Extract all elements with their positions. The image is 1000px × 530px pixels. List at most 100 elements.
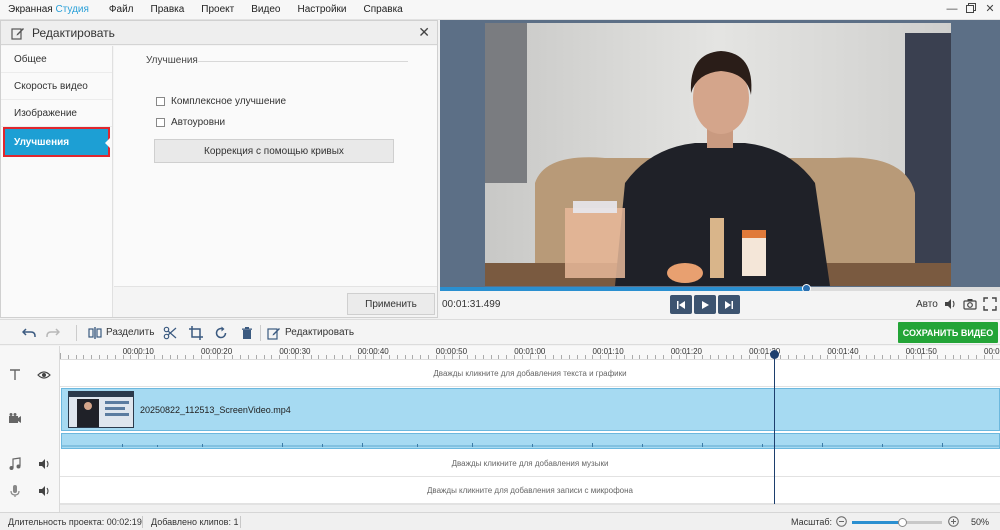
- nav-item-enhancements[interactable]: Улучшения: [3, 127, 110, 157]
- ruler-tick: [357, 355, 359, 359]
- snapshot-camera-icon[interactable]: [963, 297, 977, 311]
- auto-levels-checkbox[interactable]: [156, 118, 165, 127]
- ruler-tick: [435, 355, 437, 359]
- playhead-line[interactable]: [774, 352, 775, 506]
- close-panel-icon[interactable]: ✕: [418, 25, 430, 39]
- ruler-tick: [623, 355, 625, 359]
- visibility-eye-icon[interactable]: [37, 368, 51, 382]
- curves-correction-button[interactable]: Коррекция с помощью кривых: [154, 139, 394, 163]
- ruler-tick: [733, 355, 735, 359]
- ruler-tick: [913, 355, 915, 359]
- ruler-tick: [451, 353, 453, 359]
- text-track-icon: [10, 369, 20, 380]
- ruler-tick: [725, 355, 727, 359]
- zoom-in-icon[interactable]: [948, 516, 959, 527]
- ruler-tick: [803, 355, 805, 359]
- nav-item-image[interactable]: Изображение: [1, 100, 112, 127]
- ruler-tick: [474, 355, 476, 359]
- apply-button[interactable]: Применить: [347, 293, 435, 315]
- status-bar: Длительность проекта: 00:02:19 Добавлено…: [0, 512, 1000, 530]
- edit-pencil-icon[interactable]: [267, 326, 281, 340]
- ruler-tick: [349, 355, 351, 359]
- music-track[interactable]: Дважды кликните для добавления музыки: [60, 450, 1000, 477]
- ruler-tick: [709, 355, 711, 359]
- rotate-icon[interactable]: [214, 326, 228, 340]
- menu-video[interactable]: Видео: [251, 4, 280, 15]
- fullscreen-icon[interactable]: [983, 297, 997, 311]
- split-button-label[interactable]: Разделить: [106, 327, 154, 338]
- ruler-tick: [702, 355, 704, 359]
- scissors-icon[interactable]: [163, 326, 177, 340]
- crop-icon[interactable]: [189, 326, 203, 340]
- app-title-accent: Студия: [55, 4, 89, 15]
- timeline-ruler[interactable]: 00:00:10 00:00:20 00:00:30 00:00:40 00:00:50…: [60, 346, 1000, 360]
- zoom-out-icon[interactable]: [836, 516, 847, 527]
- nav-item-general[interactable]: Общее: [1, 46, 112, 73]
- ruler-tick: [983, 355, 985, 359]
- zoom-slider-knob[interactable]: [898, 518, 908, 527]
- video-frame-image: [485, 23, 951, 286]
- ruler-tick: [827, 355, 829, 359]
- ruler-tick: [287, 355, 289, 359]
- menu-help[interactable]: Справка: [364, 4, 403, 15]
- auto-levels-row[interactable]: Автоуровни: [156, 117, 225, 128]
- ruler-tick: [819, 355, 821, 359]
- undo-icon[interactable]: [22, 326, 36, 340]
- ruler-tick: [835, 355, 837, 359]
- timeline-horizontal-scrollbar[interactable]: [60, 504, 1000, 512]
- complex-enhancement-checkbox[interactable]: [156, 97, 165, 106]
- ruler-tick: [756, 355, 758, 359]
- split-icon[interactable]: [88, 326, 102, 340]
- video-clip[interactable]: 20250822_112513_ScreenVideo.mp4: [61, 388, 1000, 431]
- edit-button-label[interactable]: Редактировать: [285, 327, 354, 338]
- ruler-tick: [882, 355, 884, 359]
- microphone-track[interactable]: Дважды кликните для добавления записи с …: [60, 477, 1000, 504]
- close-window-icon[interactable]: ✕: [984, 3, 996, 15]
- ruler-tick: [91, 355, 93, 359]
- menu-project[interactable]: Проект: [201, 4, 234, 15]
- ruler-tick: [545, 355, 547, 359]
- project-duration: Длительность проекта: 00:02:19: [8, 517, 142, 527]
- minimize-icon[interactable]: —: [946, 3, 958, 15]
- edit-panel: Редактировать ✕ Общее Скорость видео Изо…: [0, 20, 438, 318]
- app-title-plain: Экранная: [8, 4, 56, 15]
- video-frame[interactable]: [485, 23, 951, 286]
- ruler-tick: [208, 355, 210, 359]
- ruler-tick: [576, 355, 578, 359]
- mic-volume-icon[interactable]: [37, 484, 51, 498]
- previous-frame-button[interactable]: [670, 295, 692, 314]
- panel-footer-divider: [114, 286, 437, 287]
- quality-auto-label[interactable]: Авто: [916, 299, 938, 310]
- music-volume-icon[interactable]: [37, 457, 51, 471]
- menu-edit[interactable]: Правка: [151, 4, 185, 15]
- menu-file[interactable]: Файл: [109, 4, 134, 15]
- group-divider: [198, 61, 408, 62]
- volume-icon[interactable]: [943, 297, 957, 311]
- ruler-tick: [678, 355, 680, 359]
- skip-forward-icon: [725, 300, 733, 309]
- menu-settings[interactable]: Настройки: [297, 4, 346, 15]
- ruler-tick: [271, 355, 273, 359]
- ruler-tick: [83, 355, 85, 359]
- ruler-tick: [326, 355, 328, 359]
- text-track[interactable]: Дважды кликните для добавления текста и …: [60, 361, 1000, 387]
- ruler-tick: [850, 355, 852, 359]
- zoom-slider[interactable]: [852, 518, 942, 527]
- complex-enhancement-row[interactable]: Комплексное улучшение: [156, 96, 286, 107]
- ruler-tick: [185, 355, 187, 359]
- track-headers: [0, 346, 60, 512]
- ruler-tick: [428, 355, 429, 359]
- restore-icon[interactable]: [965, 3, 977, 15]
- save-video-button[interactable]: СОХРАНИТЬ ВИДЕО: [898, 322, 998, 343]
- ruler-tick: [216, 353, 218, 359]
- audio-clip[interactable]: [61, 433, 1000, 449]
- redo-icon[interactable]: [46, 326, 60, 340]
- nav-item-speed[interactable]: Скорость видео: [1, 73, 112, 100]
- delete-trash-icon[interactable]: [240, 326, 254, 340]
- pencil-edit-icon: [11, 27, 24, 40]
- ruler-tick: [161, 355, 163, 359]
- play-button[interactable]: [694, 295, 716, 314]
- next-frame-button[interactable]: [718, 295, 740, 314]
- ruler-tick: [670, 355, 672, 359]
- ruler-tick: [874, 355, 876, 359]
